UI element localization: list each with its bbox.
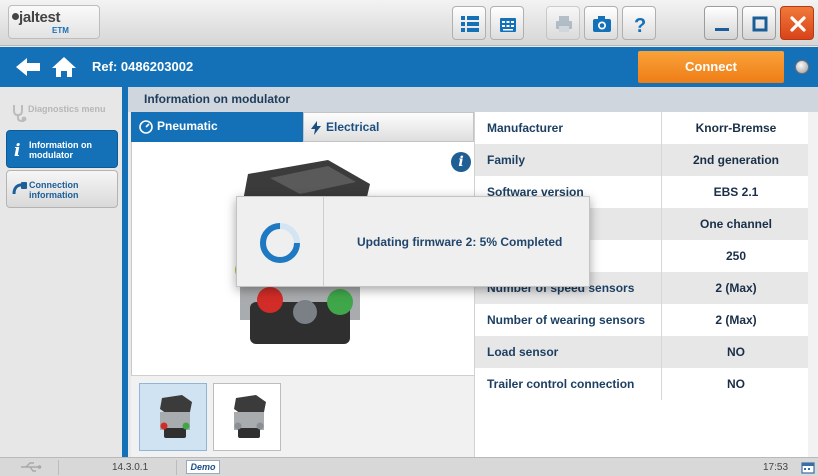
status-bar: 14.3.0.1 Demo 17:53 [0, 457, 818, 476]
list-button[interactable] [452, 6, 486, 40]
tab-bar: Pneumatic Electrical [131, 112, 474, 142]
back-arrow-icon [16, 58, 40, 76]
table-row: Family 2nd generation [475, 144, 809, 176]
jaltest-logo: jaltest ETM [8, 5, 100, 39]
software-version: 14.3.0.1 [112, 462, 149, 473]
table-row: Load sensor NO [475, 336, 809, 368]
connector-plug-icon [12, 182, 27, 195]
row-key: Trailer control connection [487, 377, 635, 391]
firmware-update-dialog: Updating firmware 2: 5% Completed [236, 196, 590, 287]
help-button[interactable]: ? [622, 6, 656, 40]
logo-text: jaltest [19, 9, 61, 26]
modulator-thumbnail-image [160, 395, 192, 438]
minimize-button[interactable] [704, 6, 738, 40]
table-row: Trailer control connection NO [475, 368, 809, 400]
help-icon: ? [634, 15, 646, 34]
row-value: EBS 2.1 [713, 185, 759, 199]
sidebar-item-label: Diagnostics menu [28, 104, 106, 114]
row-key: Family [487, 153, 526, 167]
tab-pneumatic[interactable]: Pneumatic [131, 112, 303, 142]
list-icon [461, 16, 479, 32]
svg-text:i: i [14, 141, 20, 158]
connection-status-indicator [795, 60, 809, 74]
camera-button[interactable] [584, 6, 618, 40]
sidebar-item-label: Information on modulator [29, 140, 92, 160]
logo-mark-icon [12, 13, 19, 20]
row-value: 2nd generation [692, 153, 779, 167]
connect-button[interactable]: Connect [638, 51, 784, 83]
lightning-icon [311, 121, 321, 135]
maximize-icon [752, 16, 768, 32]
title-bar: jaltest ETM ? [0, 0, 818, 46]
gauge-icon [139, 120, 153, 134]
thumbnail-strip [131, 375, 474, 457]
sidebar-item-diagnostics-menu[interactable]: Diagnostics menu [6, 95, 118, 133]
row-value: 2 (Max) [715, 281, 757, 295]
thumbnail-1[interactable] [139, 383, 207, 451]
reference-number: Ref: 0486203002 [92, 59, 194, 74]
thumbnail-2[interactable] [213, 383, 281, 451]
keyboard-button[interactable] [490, 6, 524, 40]
calendar-icon[interactable] [801, 461, 815, 474]
close-button[interactable] [780, 6, 814, 40]
sidebar-item-label: Connection information [29, 180, 79, 200]
tab-label: Pneumatic [157, 119, 218, 133]
info-button[interactable]: i [451, 152, 471, 172]
progress-message: Updating firmware 2: 5% Completed [357, 235, 563, 249]
spinner-container [237, 197, 324, 286]
info-icon: i [14, 141, 20, 158]
usb-icon [21, 462, 42, 472]
home-icon [52, 57, 76, 77]
logo-subtext: ETM [52, 26, 69, 35]
row-key: Number of wearing sensors [487, 313, 646, 327]
table-row: Number of wearing sensors 2 (Max) [475, 304, 809, 336]
row-value: NO [727, 377, 745, 391]
home-button[interactable] [50, 55, 78, 79]
row-value: One channel [699, 217, 773, 231]
row-key: Load sensor [487, 345, 559, 359]
row-value: Knorr-Bremse [695, 121, 777, 135]
clock: 17:53 [763, 462, 789, 473]
row-value: 250 [725, 249, 747, 263]
print-button[interactable] [546, 6, 580, 40]
demo-badge: Demo [186, 460, 220, 474]
loading-spinner-icon [260, 223, 300, 263]
minimize-icon [715, 28, 729, 31]
sidebar-item-connection-information[interactable]: Connection information [6, 170, 118, 208]
keyboard-icon [500, 18, 516, 32]
table-scroll-track[interactable] [808, 112, 818, 457]
tab-label: Electrical [326, 120, 380, 134]
table-row: Manufacturer Knorr-Bremse [475, 112, 809, 144]
back-button[interactable] [14, 55, 42, 79]
svg-text:?: ? [634, 15, 646, 34]
print-icon [556, 16, 572, 32]
tab-electrical[interactable]: Electrical [303, 112, 474, 142]
sidebar-item-information-on-modulator[interactable]: i Information on modulator [6, 130, 118, 168]
stethoscope-icon [13, 105, 27, 122]
modulator-thumbnail-image [234, 395, 266, 438]
sidebar-accent-strip [122, 87, 128, 457]
row-value: NO [727, 345, 745, 359]
maximize-button[interactable] [742, 6, 776, 40]
close-icon [790, 16, 806, 32]
panel-title: Information on modulator [128, 87, 818, 112]
camera-icon [593, 16, 611, 32]
row-value: 2 (Max) [715, 313, 757, 327]
row-key: Manufacturer [487, 121, 564, 135]
